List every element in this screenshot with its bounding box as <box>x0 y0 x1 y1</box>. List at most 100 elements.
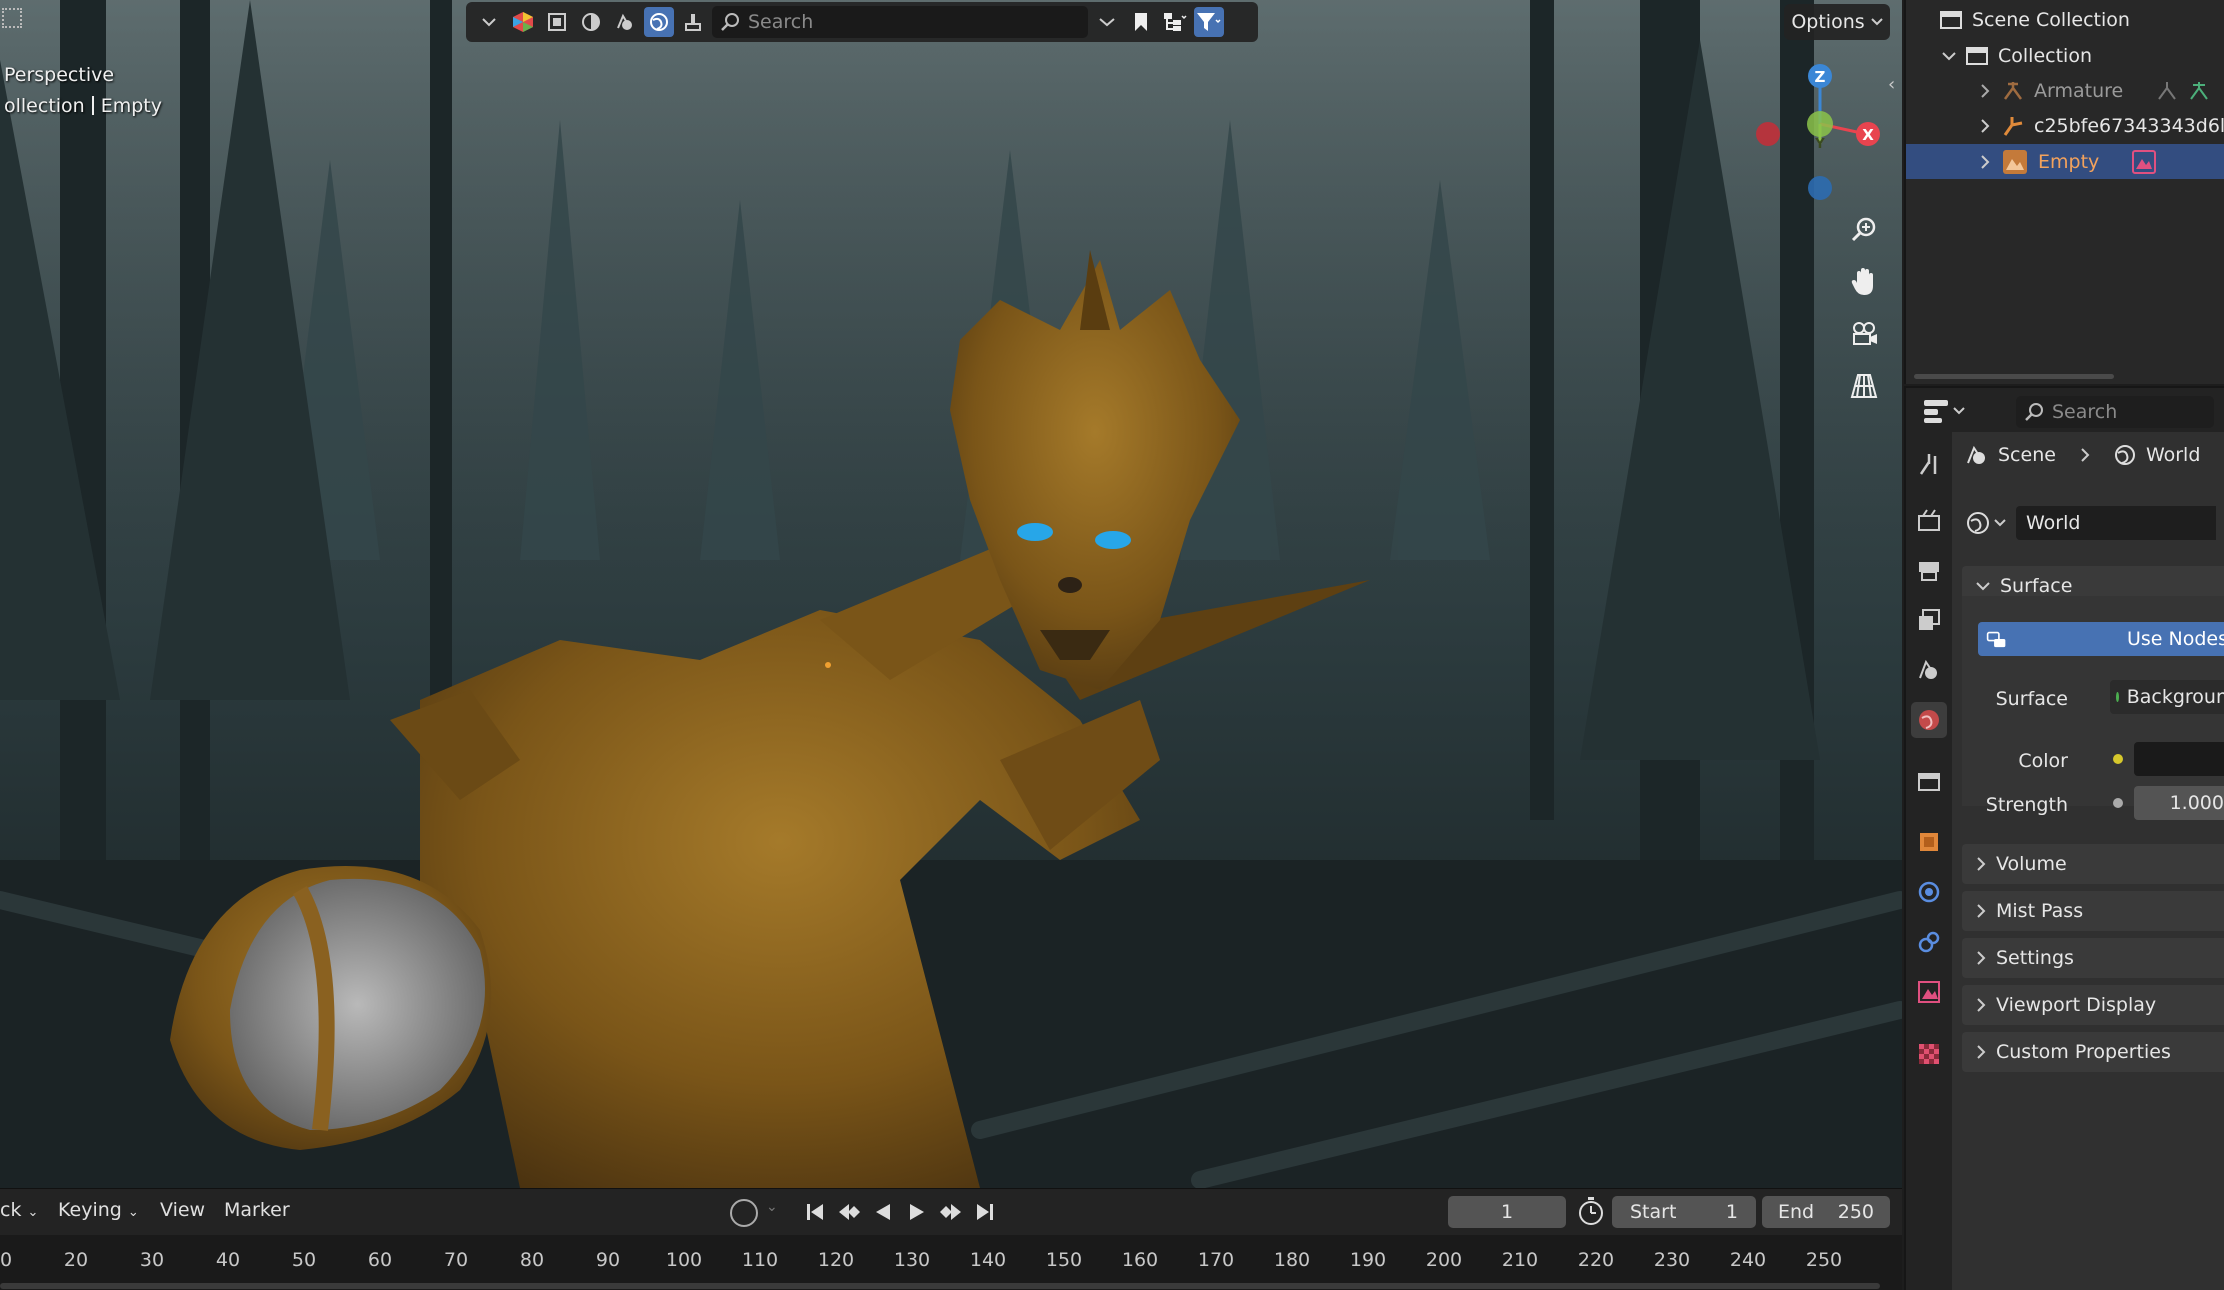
scene-tab-icon[interactable] <box>1911 652 1947 688</box>
bone-icon <box>2190 81 2208 100</box>
keying-dropdown-icon[interactable]: ⌄ <box>766 1199 778 1215</box>
collection-info: ollection Empty <box>4 95 162 117</box>
object-tab-icon[interactable] <box>1911 824 1947 860</box>
search-placeholder: Search <box>2052 401 2118 423</box>
frame-tick-label: 170 <box>1197 1249 1235 1271</box>
auto-keying-icon[interactable] <box>730 1199 758 1227</box>
outliner-scrollbar[interactable] <box>1914 374 2114 379</box>
frame-ruler[interactable]: 0 20 30 40 50 60 70 80 90 100 110 120 130 140 150 160 17… <box>0 1235 1902 1290</box>
armature-label: Armature <box>2034 79 2124 102</box>
options-dropdown[interactable]: Options <box>1784 4 1890 40</box>
tool-settings-icon[interactable] <box>678 7 708 37</box>
tool-tab-icon[interactable] <box>1911 446 1947 482</box>
frame-tick-label: 220 <box>1577 1249 1615 1271</box>
select-box-icon[interactable] <box>542 7 572 37</box>
editor-type-dropdown[interactable] <box>1922 396 1968 426</box>
navigation-gizmo[interactable]: Z X Y <box>1748 58 1888 208</box>
jump-start-icon[interactable] <box>800 1197 830 1227</box>
node-tree-icon <box>1986 631 2006 648</box>
view-menu[interactable]: View <box>160 1199 205 1221</box>
playback-menu[interactable]: ck ⌄ <box>0 1199 38 1221</box>
stopwatch-icon[interactable] <box>1578 1196 1604 1226</box>
prev-keyframe-icon[interactable] <box>834 1197 864 1227</box>
render-tab-icon[interactable] <box>1911 502 1947 538</box>
zoom-icon[interactable] <box>1846 212 1882 248</box>
output-tab-icon[interactable] <box>1911 552 1947 588</box>
viewport-search-input[interactable]: Search <box>712 6 1088 38</box>
start-frame-field[interactable]: Start 1 <box>1612 1196 1756 1228</box>
chevron-down-icon <box>1870 18 1883 26</box>
jump-end-icon[interactable] <box>970 1197 1000 1227</box>
color-swatch[interactable] <box>2134 742 2224 776</box>
viewport-shading-icon[interactable] <box>576 7 606 37</box>
end-frame-field[interactable]: End 250 <box>1762 1196 1890 1228</box>
axis-y-label: Y <box>1814 137 1825 152</box>
frame-tick-label: 250 <box>1805 1249 1843 1271</box>
mist-pass-panel-header[interactable]: Mist Pass <box>1962 891 2224 931</box>
use-nodes-button[interactable]: Use Nodes <box>1978 622 2224 656</box>
scene-icon[interactable] <box>610 7 640 37</box>
editor-type-icon[interactable] <box>2 8 22 28</box>
collection-tab-icon[interactable] <box>1911 764 1947 800</box>
marker-menu[interactable]: Marker <box>224 1199 290 1221</box>
bookmark-icon[interactable] <box>1126 7 1156 37</box>
texture-tab-icon[interactable] <box>1911 1036 1947 1072</box>
settings-panel-header[interactable]: Settings <box>1962 938 2224 978</box>
sidebar-toggle-icon[interactable]: ‹ <box>1888 74 1895 95</box>
frame-tick-label: 120 <box>817 1249 855 1271</box>
3d-viewport[interactable]: Search Options Perspective ollection Empt… <box>0 0 1902 1188</box>
data-tab-icon[interactable] <box>1911 974 1947 1010</box>
next-keyframe-icon[interactable] <box>936 1197 966 1227</box>
custom-properties-panel-header[interactable]: Custom Properties <box>1962 1032 2224 1072</box>
world-name-field[interactable]: World <box>2016 506 2216 540</box>
axis-z-label: Z <box>1815 68 1826 86</box>
filter-icon[interactable] <box>1194 7 1224 37</box>
properties-search-input[interactable]: Search <box>2016 396 2214 428</box>
view-layer-tab-icon[interactable] <box>1911 602 1947 638</box>
outliner-row-armature[interactable]: Armature <box>1906 73 2224 108</box>
properties-editor[interactable]: Search Scene World World Surface Use Nod… <box>1904 386 2224 1290</box>
outliner-row-collection[interactable]: Collection <box>1906 38 2224 73</box>
pan-hand-icon[interactable] <box>1846 264 1882 300</box>
scene-collection-label: Scene Collection <box>1972 8 2130 31</box>
perspective-toggle-icon[interactable] <box>1846 368 1882 404</box>
frame-tick-label: 20 <box>63 1249 89 1271</box>
world-browse-dropdown[interactable] <box>1966 511 2006 535</box>
search-icon <box>2025 403 2043 421</box>
search-dropdown[interactable] <box>1092 7 1122 37</box>
strength-socket-icon[interactable] <box>2106 786 2130 820</box>
strength-field[interactable]: 1.000 <box>2134 786 2224 820</box>
frame-tick-label: 160 <box>1121 1249 1159 1271</box>
constraints-tab-icon[interactable] <box>1911 924 1947 960</box>
properties-header: Search <box>1906 388 2224 432</box>
volume-panel-header[interactable]: Volume <box>1962 844 2224 884</box>
image-empty-icon <box>2003 149 2027 174</box>
frame-tick-label: 60 <box>367 1249 393 1271</box>
frame-tick-label: 140 <box>969 1249 1007 1271</box>
world-tab-icon[interactable] <box>1911 702 1947 738</box>
render-engine-icon[interactable] <box>508 7 538 37</box>
outliner-row-mesh[interactable]: c25bfe67343343d6l <box>1906 108 2224 143</box>
current-frame-field[interactable]: 1 <box>1448 1196 1566 1228</box>
timeline-editor[interactable]: ck ⌄ Keying ⌄ View Marker ⌄ 1 Start 1 En… <box>0 1188 1902 1290</box>
physics-tab-icon[interactable] <box>1911 874 1947 910</box>
image-data-icon <box>2132 149 2156 174</box>
color-socket-icon[interactable] <box>2106 742 2130 776</box>
keying-menu[interactable]: Keying ⌄ <box>58 1199 139 1221</box>
viewport-display-panel-header[interactable]: Viewport Display <box>1962 985 2224 1025</box>
outliner-row-scene-collection[interactable]: Scene Collection <box>1906 2 2224 37</box>
strength-label: Strength <box>1985 794 2068 816</box>
outliner[interactable]: Scene Collection Collection Armature c25… <box>1904 0 2224 384</box>
timeline-scrollbar[interactable] <box>0 1283 1880 1289</box>
chevron-right-icon <box>1981 118 1990 133</box>
play-reverse-icon[interactable] <box>868 1197 898 1227</box>
world-icon[interactable] <box>644 7 674 37</box>
overlay-dropdown[interactable] <box>474 7 504 37</box>
hierarchy-icon[interactable] <box>1160 7 1190 37</box>
surface-shader-field[interactable]: Backgroun <box>2110 680 2224 714</box>
outliner-row-empty[interactable]: Empty <box>1906 144 2224 179</box>
collection-label: Collection <box>1998 44 2092 67</box>
play-icon[interactable] <box>902 1197 932 1227</box>
chevron-right-icon <box>1977 951 1986 965</box>
camera-view-icon[interactable] <box>1846 316 1882 352</box>
